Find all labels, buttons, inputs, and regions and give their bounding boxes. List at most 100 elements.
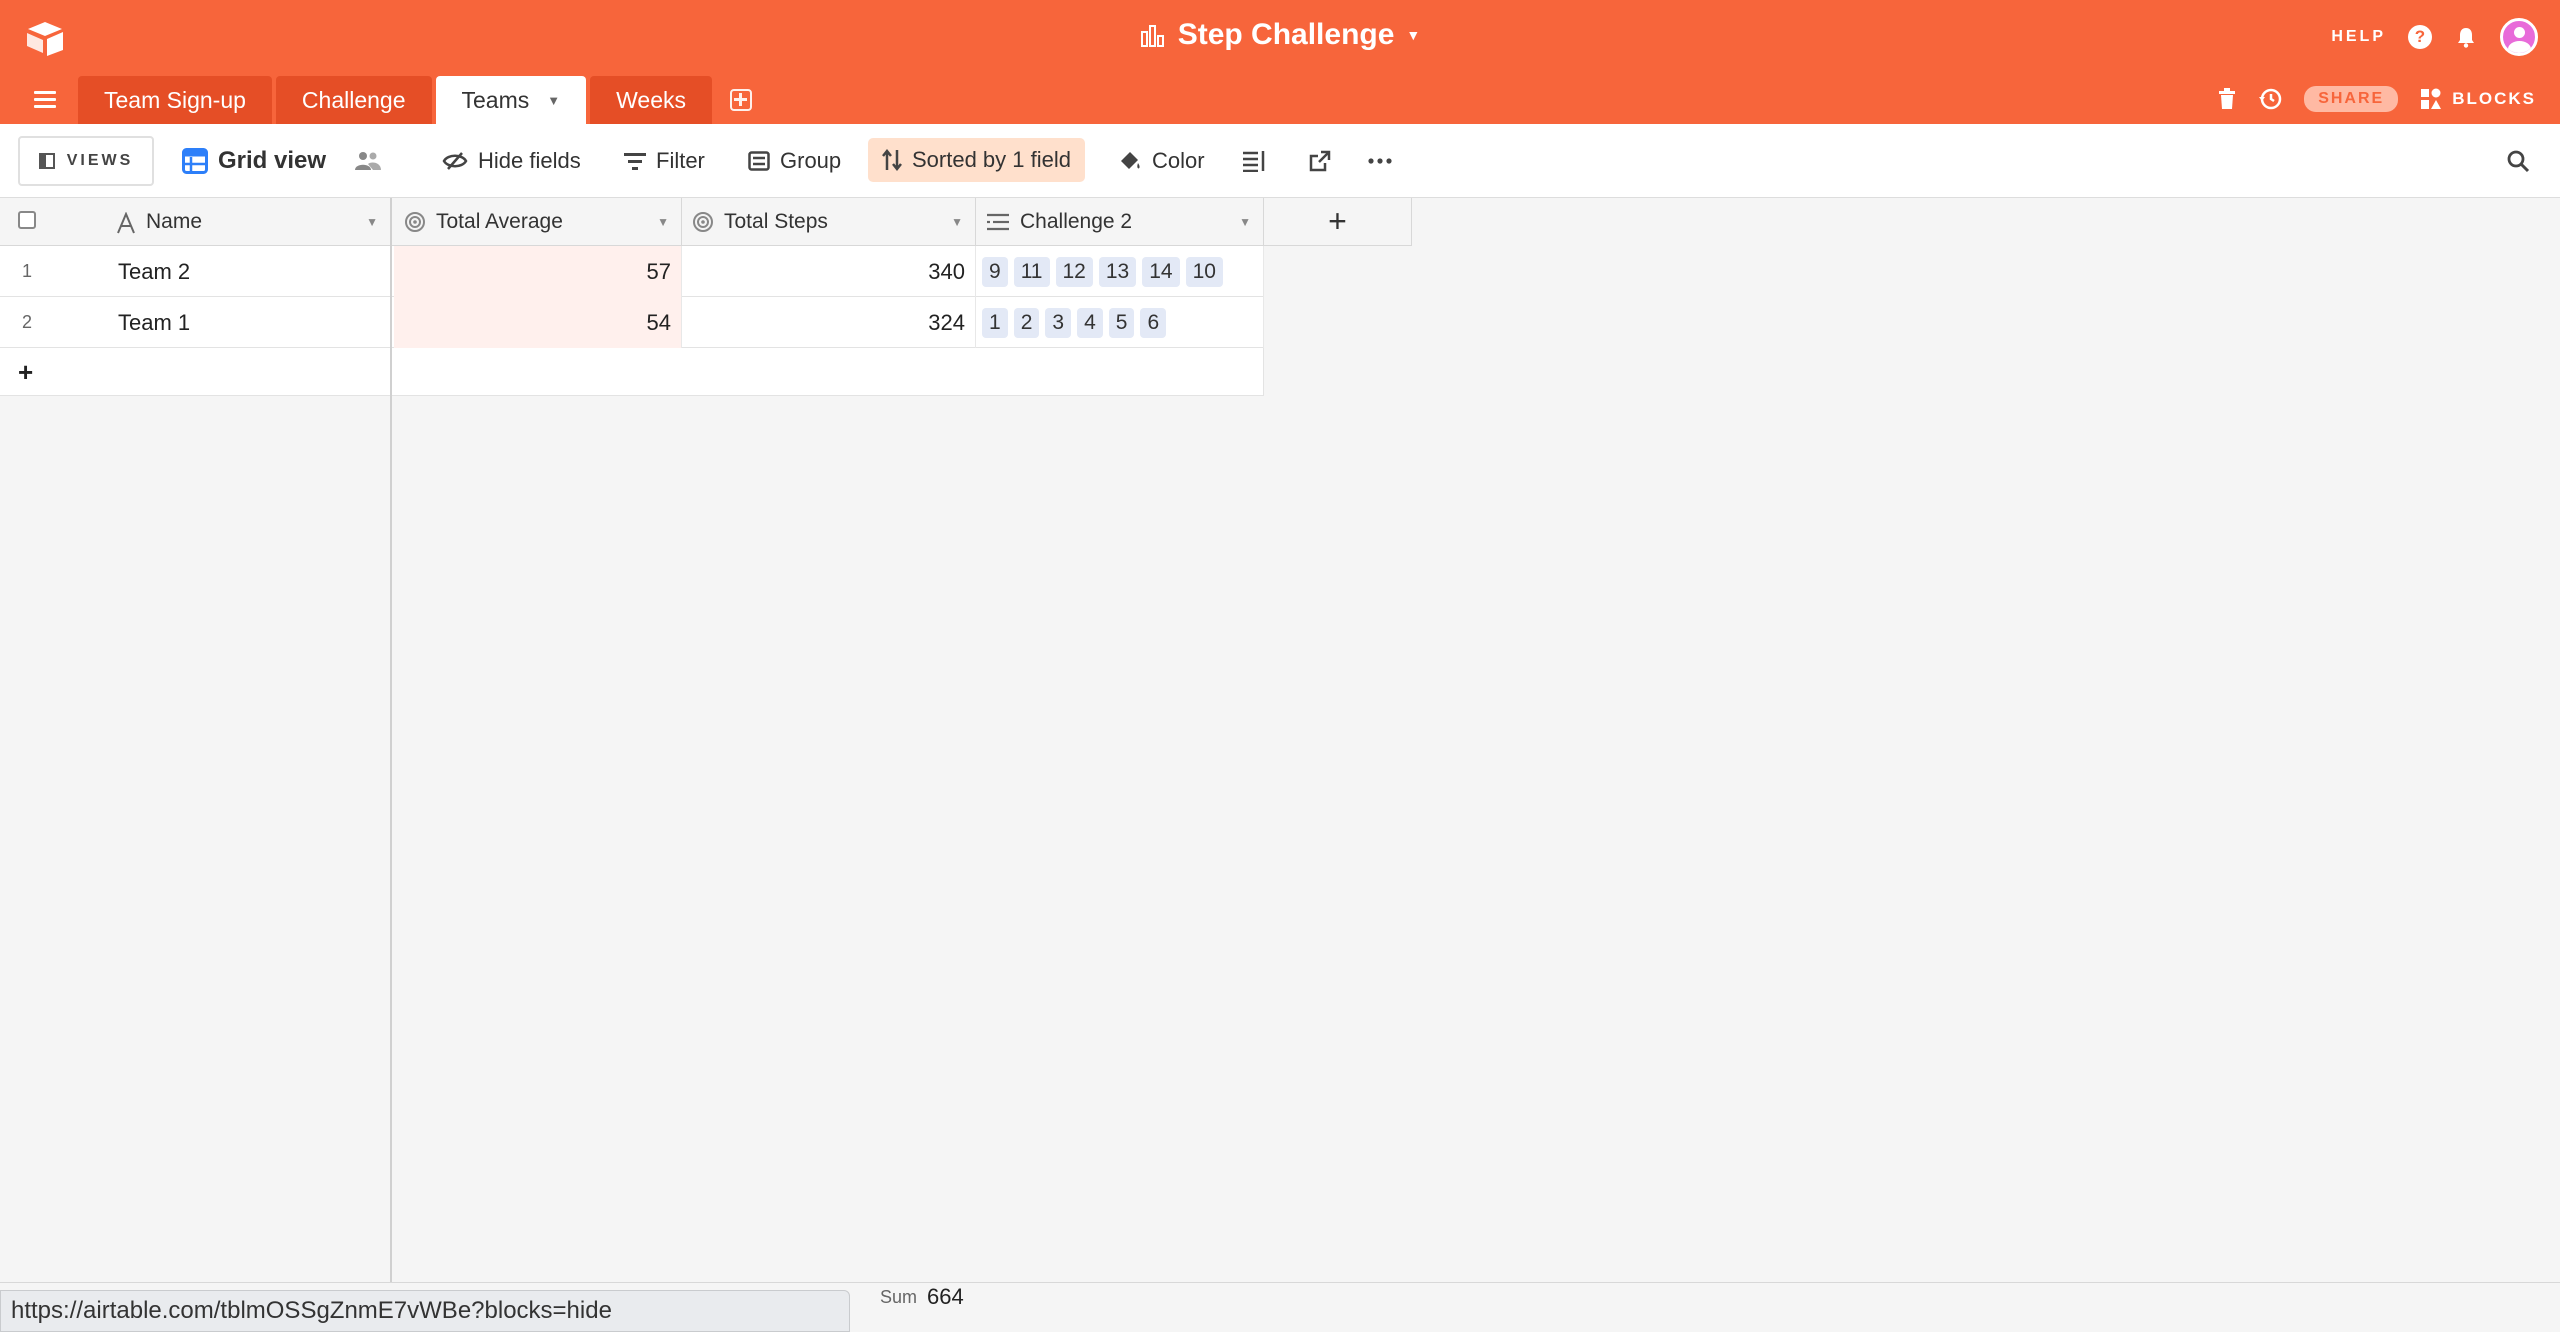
view-name: Grid view: [218, 147, 327, 174]
filter-label: Filter: [656, 148, 705, 173]
rollup-field-icon: [693, 212, 713, 232]
sort-arrows-icon: [882, 149, 902, 171]
total-average-cell[interactable]: 54: [394, 297, 682, 348]
blocks-icon: [2421, 88, 2442, 109]
add-row-button[interactable]: +: [0, 348, 392, 396]
column-header-name[interactable]: Name ▼: [0, 198, 392, 246]
column-title: Challenge 2: [1020, 210, 1133, 233]
sum-label: Sum: [880, 1286, 918, 1307]
linked-record-chip[interactable]: 4: [1077, 307, 1103, 338]
share-button[interactable]: SHARE: [2304, 86, 2399, 112]
chevron-down-icon[interactable]: ▼: [1239, 215, 1251, 229]
column-title: Total Steps: [724, 210, 828, 233]
view-switcher[interactable]: Grid view: [182, 124, 382, 198]
views-label: VIEWS: [66, 152, 134, 169]
color-button[interactable]: Color: [1118, 124, 1205, 198]
total-average-cell[interactable]: 57: [394, 246, 682, 297]
trash-icon[interactable]: [2218, 88, 2236, 110]
filter-icon: [624, 153, 646, 170]
column-header-total-steps[interactable]: Total Steps ▼: [682, 198, 976, 246]
text-field-icon: [117, 212, 135, 234]
group-label: Group: [780, 148, 842, 173]
tab-teams[interactable]: Teams ▼: [435, 76, 587, 124]
chevron-down-icon[interactable]: ▼: [951, 215, 963, 229]
add-row[interactable]: +: [0, 348, 1264, 396]
blocks-button[interactable]: BLOCKS: [2420, 88, 2536, 110]
bell-icon[interactable]: [2454, 25, 2478, 49]
linked-record-chip[interactable]: 9: [982, 256, 1008, 287]
help-link[interactable]: HELP: [2331, 28, 2386, 46]
row-height-icon[interactable]: [1242, 150, 1266, 172]
row-number: 1: [22, 261, 33, 281]
challenge-2-cell[interactable]: 1 2 3 4 5 6: [976, 297, 1264, 348]
linked-record-chip[interactable]: 14: [1142, 256, 1180, 287]
sort-button[interactable]: Sorted by 1 field: [868, 138, 1085, 182]
more-icon[interactable]: [1368, 158, 1392, 164]
sort-label: Sorted by 1 field: [912, 147, 1071, 172]
group-icon: [748, 151, 770, 171]
chevron-down-icon[interactable]: ▼: [366, 215, 378, 229]
select-all-checkbox[interactable]: [18, 211, 36, 229]
rollup-field-icon: [405, 212, 425, 232]
base-title-wrapper: Step Challenge ▼: [0, 18, 2560, 56]
tab-label: Weeks: [616, 86, 687, 113]
paint-bucket-icon: [1121, 152, 1140, 169]
table-row[interactable]: 1 Team 2 57 340 9 11 12 13 14 10: [0, 246, 1264, 297]
hide-fields-button[interactable]: Hide fields: [442, 124, 581, 198]
views-button[interactable]: VIEWS: [18, 136, 154, 186]
name-cell[interactable]: Team 1: [60, 297, 392, 348]
color-label: Color: [1152, 148, 1205, 173]
linked-record-chip[interactable]: 3: [1045, 307, 1072, 338]
tab-challenge[interactable]: Challenge: [275, 76, 432, 124]
tab-label: Challenge: [301, 86, 406, 113]
share-view-icon[interactable]: [1308, 149, 1332, 173]
filter-button[interactable]: Filter: [624, 124, 705, 198]
tab-weeks[interactable]: Weeks: [590, 76, 713, 124]
linked-record-chip[interactable]: 6: [1140, 307, 1167, 338]
tab-team-sign-up[interactable]: Team Sign-up: [78, 76, 272, 124]
linked-record-chip[interactable]: 5: [1108, 307, 1135, 338]
row-number: 2: [22, 312, 33, 332]
linked-record-chip[interactable]: 2: [1013, 307, 1040, 338]
chevron-down-icon[interactable]: ▼: [547, 93, 560, 108]
user-avatar[interactable]: [2500, 18, 2538, 56]
total-steps-cell[interactable]: 324: [682, 297, 976, 348]
group-button[interactable]: Group: [748, 124, 841, 198]
grid-header: Name ▼ Total Average ▼ Total Steps ▼ Cha…: [0, 198, 1264, 246]
column-header-challenge-2[interactable]: Challenge 2 ▼: [976, 198, 1264, 246]
blocks-label: BLOCKS: [2452, 89, 2536, 108]
chevron-down-icon[interactable]: ▼: [657, 215, 669, 229]
sidebar-pane-icon: [38, 153, 55, 169]
table-row[interactable]: 2 Team 1 54 324 1 2 3 4 5 6: [0, 297, 1264, 348]
name-cell[interactable]: Team 2: [60, 246, 392, 297]
challenge-2-cell[interactable]: 9 11 12 13 14 10: [976, 246, 1264, 297]
add-table-icon[interactable]: [730, 89, 753, 111]
menu-icon[interactable]: [34, 91, 56, 108]
total-steps-cell[interactable]: 340: [682, 246, 976, 297]
linked-record-chip[interactable]: 12: [1055, 256, 1093, 287]
linked-record-chip[interactable]: 13: [1098, 256, 1137, 287]
linked-record-chip[interactable]: 11: [1013, 256, 1050, 287]
collaborators-icon: [355, 152, 382, 170]
base-title: Step Challenge: [1177, 18, 1395, 51]
link-status-bar: https://airtable.com/tblmOSSgZnmE7vWBe?b…: [0, 1290, 850, 1332]
base-actions: SHARE BLOCKS: [2218, 86, 2536, 112]
tab-label: Team Sign-up: [104, 86, 246, 113]
linked-record-chip[interactable]: 1: [982, 307, 1008, 338]
bar-chart-icon: [1140, 25, 1164, 47]
table-tabs: Team Sign-up Challenge Teams ▼ Weeks: [78, 76, 753, 124]
total-steps-summary[interactable]: Sum 664: [880, 1282, 964, 1312]
airtable-logo-icon[interactable]: [24, 20, 66, 56]
linked-record-chip[interactable]: 10: [1185, 256, 1223, 287]
hide-fields-label: Hide fields: [478, 148, 581, 173]
column-title: Name: [146, 210, 203, 233]
add-field-button[interactable]: +: [1264, 198, 1412, 246]
column-header-total-average[interactable]: Total Average ▼: [394, 198, 682, 246]
tab-label: Teams: [461, 86, 530, 113]
history-icon[interactable]: [2258, 87, 2282, 111]
help-icon[interactable]: ?: [2408, 25, 2432, 49]
chevron-down-icon: ▼: [1406, 27, 1421, 43]
search-icon[interactable]: [2506, 149, 2530, 173]
view-toolbar: VIEWS Grid view Hide fields Filter Group…: [0, 124, 2560, 198]
base-title-button[interactable]: Step Challenge ▼: [1140, 18, 1421, 52]
